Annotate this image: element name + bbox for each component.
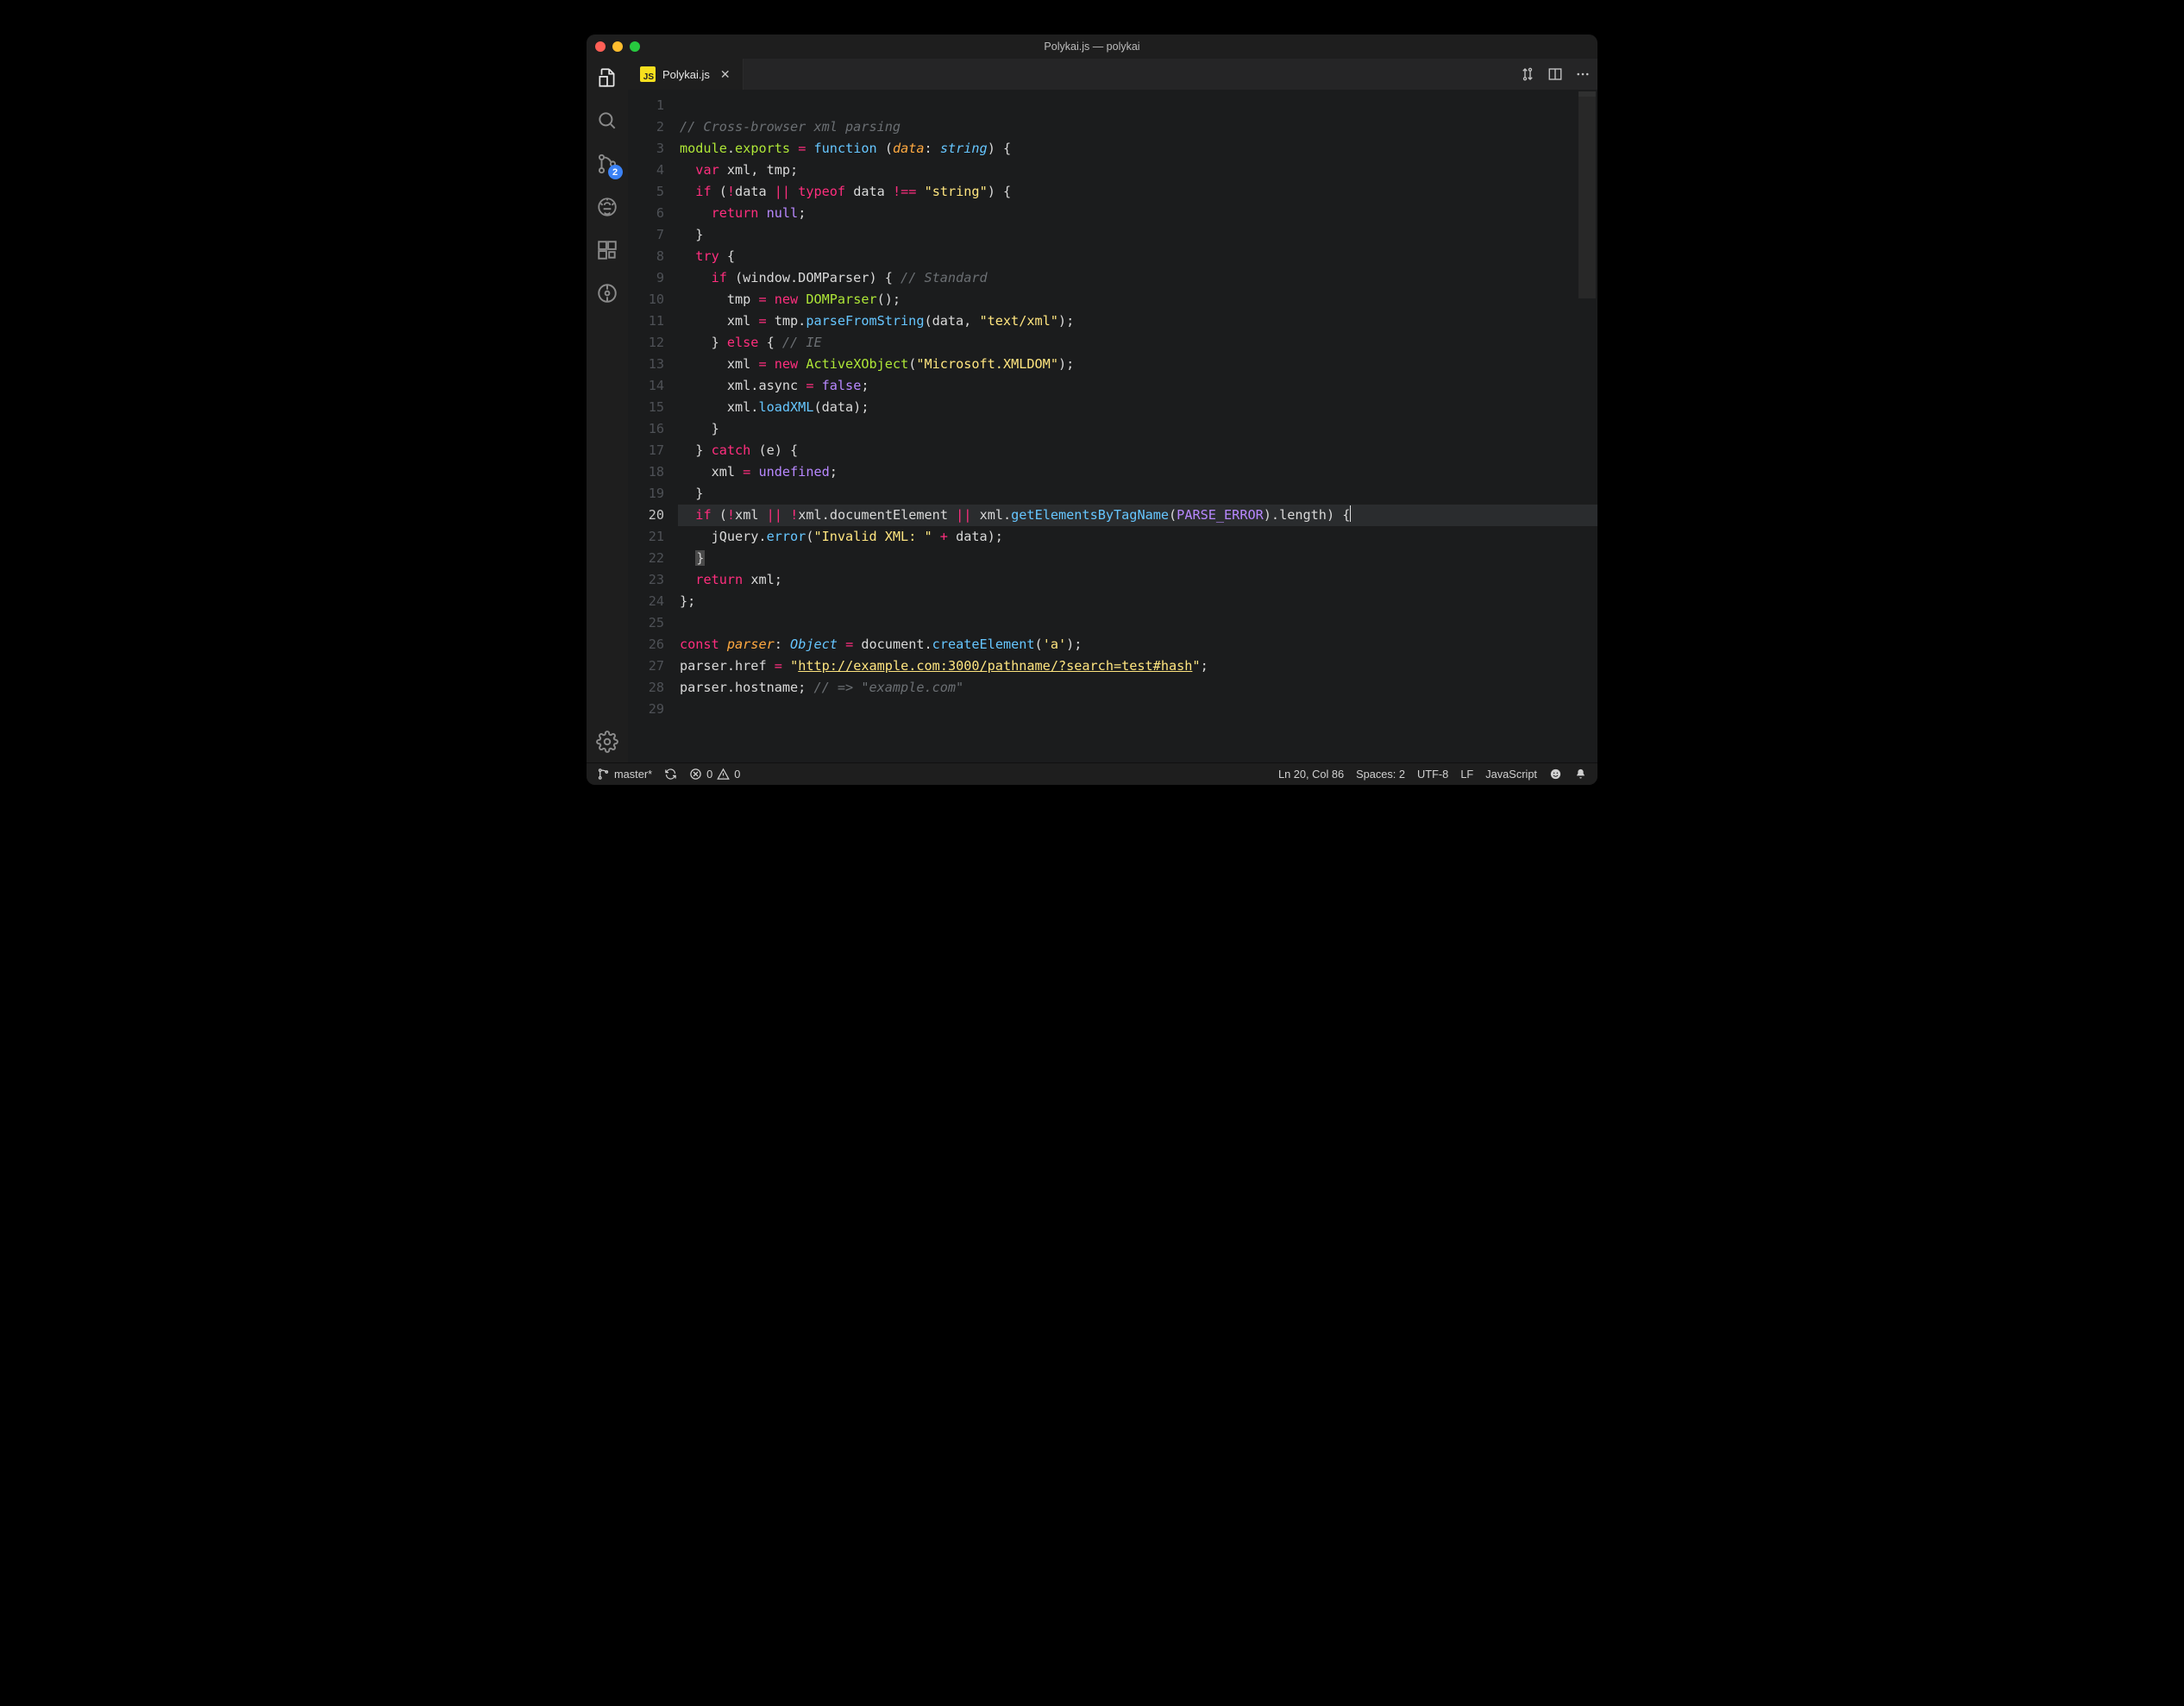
- compare-changes-icon[interactable]: [1520, 66, 1535, 82]
- search-icon[interactable]: [595, 109, 619, 133]
- gitlens-icon[interactable]: [595, 281, 619, 305]
- minimap[interactable]: [1578, 91, 1596, 298]
- indentation-status[interactable]: Spaces: 2: [1356, 768, 1405, 781]
- window-title: Polykai.js — polykai: [587, 41, 1597, 53]
- extensions-icon[interactable]: [595, 238, 619, 262]
- close-tab-icon[interactable]: ✕: [720, 67, 731, 82]
- eol-status[interactable]: LF: [1460, 768, 1473, 781]
- feedback-icon[interactable]: [1549, 768, 1562, 781]
- code-editor[interactable]: 1234567891011121314151617181920212223242…: [628, 90, 1597, 762]
- titlebar: Polykai.js — polykai: [587, 34, 1597, 59]
- vscode-window: Polykai.js — polykai 2: [587, 34, 1597, 785]
- tab-polykai-js[interactable]: JS Polykai.js ✕: [628, 59, 744, 90]
- language-mode[interactable]: JavaScript: [1485, 768, 1537, 781]
- settings-icon[interactable]: [595, 730, 619, 754]
- cursor-position[interactable]: Ln 20, Col 86: [1278, 768, 1344, 781]
- more-actions-icon[interactable]: [1575, 66, 1591, 82]
- scm-badge: 2: [608, 165, 623, 179]
- explorer-icon[interactable]: [595, 66, 619, 90]
- warning-count: 0: [734, 768, 740, 781]
- branch-name: master*: [614, 768, 652, 781]
- tab-bar: JS Polykai.js ✕: [628, 59, 1597, 90]
- error-count: 0: [706, 768, 712, 781]
- status-bar: master* 0 0 Ln 20, Col 86 Spaces: 2 UTF-…: [587, 762, 1597, 785]
- problems-status[interactable]: 0 0: [689, 768, 740, 781]
- tab-label: Polykai.js: [662, 68, 710, 81]
- source-control-icon[interactable]: 2: [595, 152, 619, 176]
- git-branch-status[interactable]: master*: [597, 768, 652, 781]
- encoding-status[interactable]: UTF-8: [1417, 768, 1448, 781]
- sync-icon[interactable]: [664, 768, 677, 781]
- js-file-icon: JS: [640, 66, 656, 82]
- editor-actions: [1520, 59, 1591, 90]
- notifications-icon[interactable]: [1574, 768, 1587, 781]
- activity-bar: 2: [587, 59, 628, 762]
- debug-icon[interactable]: [595, 195, 619, 219]
- split-editor-icon[interactable]: [1547, 66, 1563, 82]
- line-gutter: 1234567891011121314151617181920212223242…: [628, 90, 676, 762]
- code-area[interactable]: // Cross-browser xml parsingmodule.expor…: [676, 90, 1597, 762]
- editor-group: JS Polykai.js ✕: [628, 59, 1597, 762]
